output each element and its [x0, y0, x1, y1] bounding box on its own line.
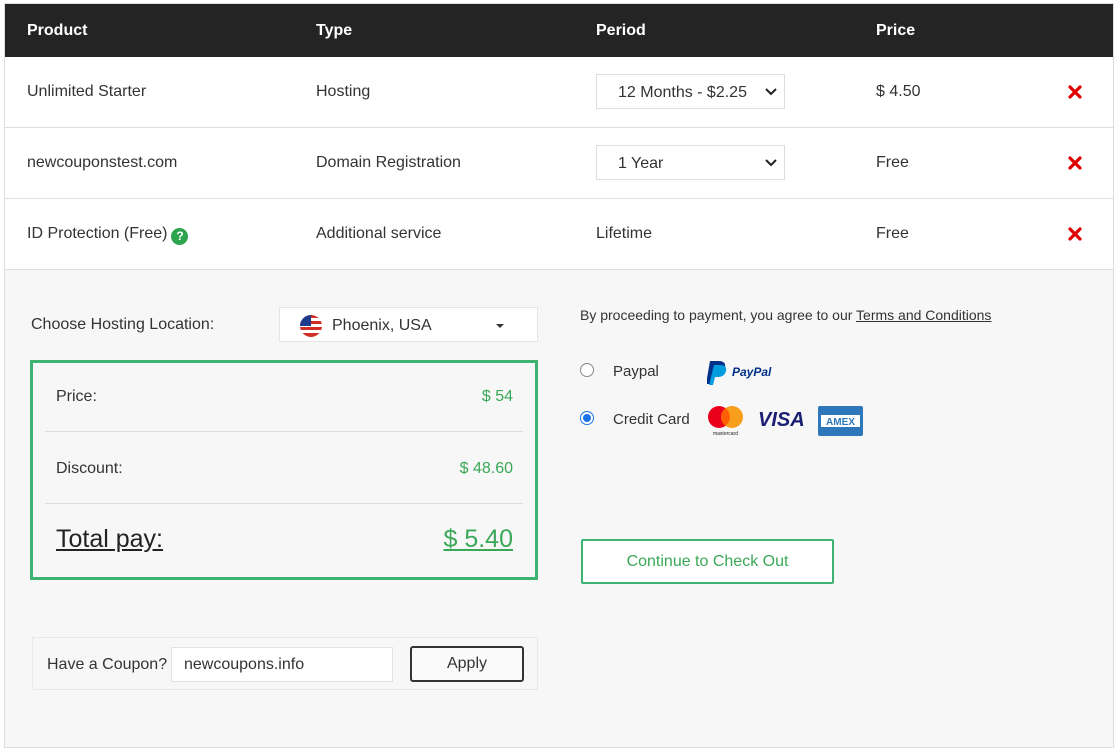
- divider: [45, 503, 523, 504]
- mastercard-logo: mastercard: [708, 406, 743, 436]
- period-select-value: 1 Year: [618, 155, 664, 172]
- paypal-label: Paypal: [613, 363, 659, 380]
- coupon-input[interactable]: [171, 647, 393, 682]
- paypal-logo: PayPal: [707, 361, 772, 385]
- help-icon[interactable]: ?: [171, 228, 189, 245]
- terms-link[interactable]: Terms and Conditions: [856, 307, 991, 323]
- price-value: $ 54: [481, 388, 513, 405]
- product-type: Domain Registration: [316, 154, 461, 171]
- product-name: ID Protection (Free): [27, 225, 168, 242]
- divider: [45, 431, 523, 432]
- total-pay-label: Total pay:: [56, 525, 164, 553]
- product-price: Free: [876, 225, 909, 242]
- period-select-value: 12 Months - $2.25: [618, 84, 747, 101]
- product-type: Hosting: [316, 83, 371, 100]
- product-price: Free: [876, 154, 909, 171]
- visa-logo: VISA: [758, 409, 805, 430]
- coupon-label: Have a Coupon?: [47, 656, 168, 673]
- table-row: Unlimited Starter Hosting 12 Months - $2…: [5, 57, 1113, 128]
- us-flag-icon: [300, 315, 322, 337]
- payment-option-credit-card[interactable]: Credit Card mastercard VISA AMEX: [580, 404, 880, 436]
- cart-container: Product Type Period Price Unlimited Star…: [4, 3, 1114, 748]
- table-row: ID Protection (Free)? Additional service…: [5, 199, 1113, 270]
- table-row: newcouponstest.com Domain Registration 1…: [5, 128, 1113, 199]
- credit-card-label: Credit Card: [613, 411, 690, 428]
- header-price: Price: [876, 22, 916, 39]
- product-name: newcouponstest.com: [27, 154, 178, 171]
- amex-logo: AMEX: [818, 406, 863, 436]
- chevron-down-icon: [765, 159, 777, 167]
- header-product: Product: [27, 22, 88, 39]
- product-name: Unlimited Starter: [27, 83, 147, 100]
- coupon-box: Have a Coupon? Apply: [32, 637, 538, 690]
- terms-text: By proceeding to payment, you agree to o…: [580, 307, 857, 323]
- period-select[interactable]: 12 Months - $2.25: [596, 74, 785, 109]
- product-name-wrap: ID Protection (Free)?: [27, 225, 189, 245]
- credit-card-radio[interactable]: [580, 411, 594, 425]
- product-price: $ 4.50: [876, 83, 921, 100]
- visa-logo-text: VISA: [758, 409, 805, 430]
- price-summary-box: Price: $ 54 Discount: $ 48.60 Total pay:…: [30, 360, 538, 580]
- paypal-radio[interactable]: [580, 363, 594, 377]
- discount-value: $ 48.60: [459, 460, 513, 477]
- hosting-location-value: Phoenix, USA: [332, 317, 432, 334]
- product-type: Additional service: [316, 225, 442, 242]
- caret-down-icon: [496, 324, 504, 328]
- price-label: Price:: [56, 388, 97, 405]
- remove-icon[interactable]: [1067, 155, 1083, 171]
- total-pay-value: $ 5.40: [443, 525, 513, 553]
- remove-icon[interactable]: [1067, 226, 1083, 242]
- header-period: Period: [596, 22, 646, 39]
- payment-option-paypal[interactable]: Paypal PayPal: [580, 357, 880, 387]
- paypal-logo-text: PayPal: [732, 365, 772, 379]
- continue-checkout-button[interactable]: Continue to Check Out: [581, 539, 834, 584]
- terms-notice: By proceeding to payment, you agree to o…: [580, 307, 991, 323]
- table-header: Product Type Period Price: [5, 4, 1113, 57]
- hosting-location-label: Choose Hosting Location:: [31, 316, 215, 333]
- chevron-down-icon: [765, 88, 777, 96]
- product-period: Lifetime: [596, 225, 653, 242]
- hosting-location-select[interactable]: Phoenix, USA: [279, 307, 538, 342]
- remove-icon[interactable]: [1067, 84, 1083, 100]
- period-select[interactable]: 1 Year: [596, 145, 785, 180]
- mastercard-logo-text: mastercard: [713, 431, 738, 436]
- apply-coupon-button[interactable]: Apply: [410, 646, 524, 682]
- discount-label: Discount:: [56, 460, 123, 477]
- header-type: Type: [316, 22, 353, 39]
- amex-logo-text: AMEX: [826, 417, 855, 428]
